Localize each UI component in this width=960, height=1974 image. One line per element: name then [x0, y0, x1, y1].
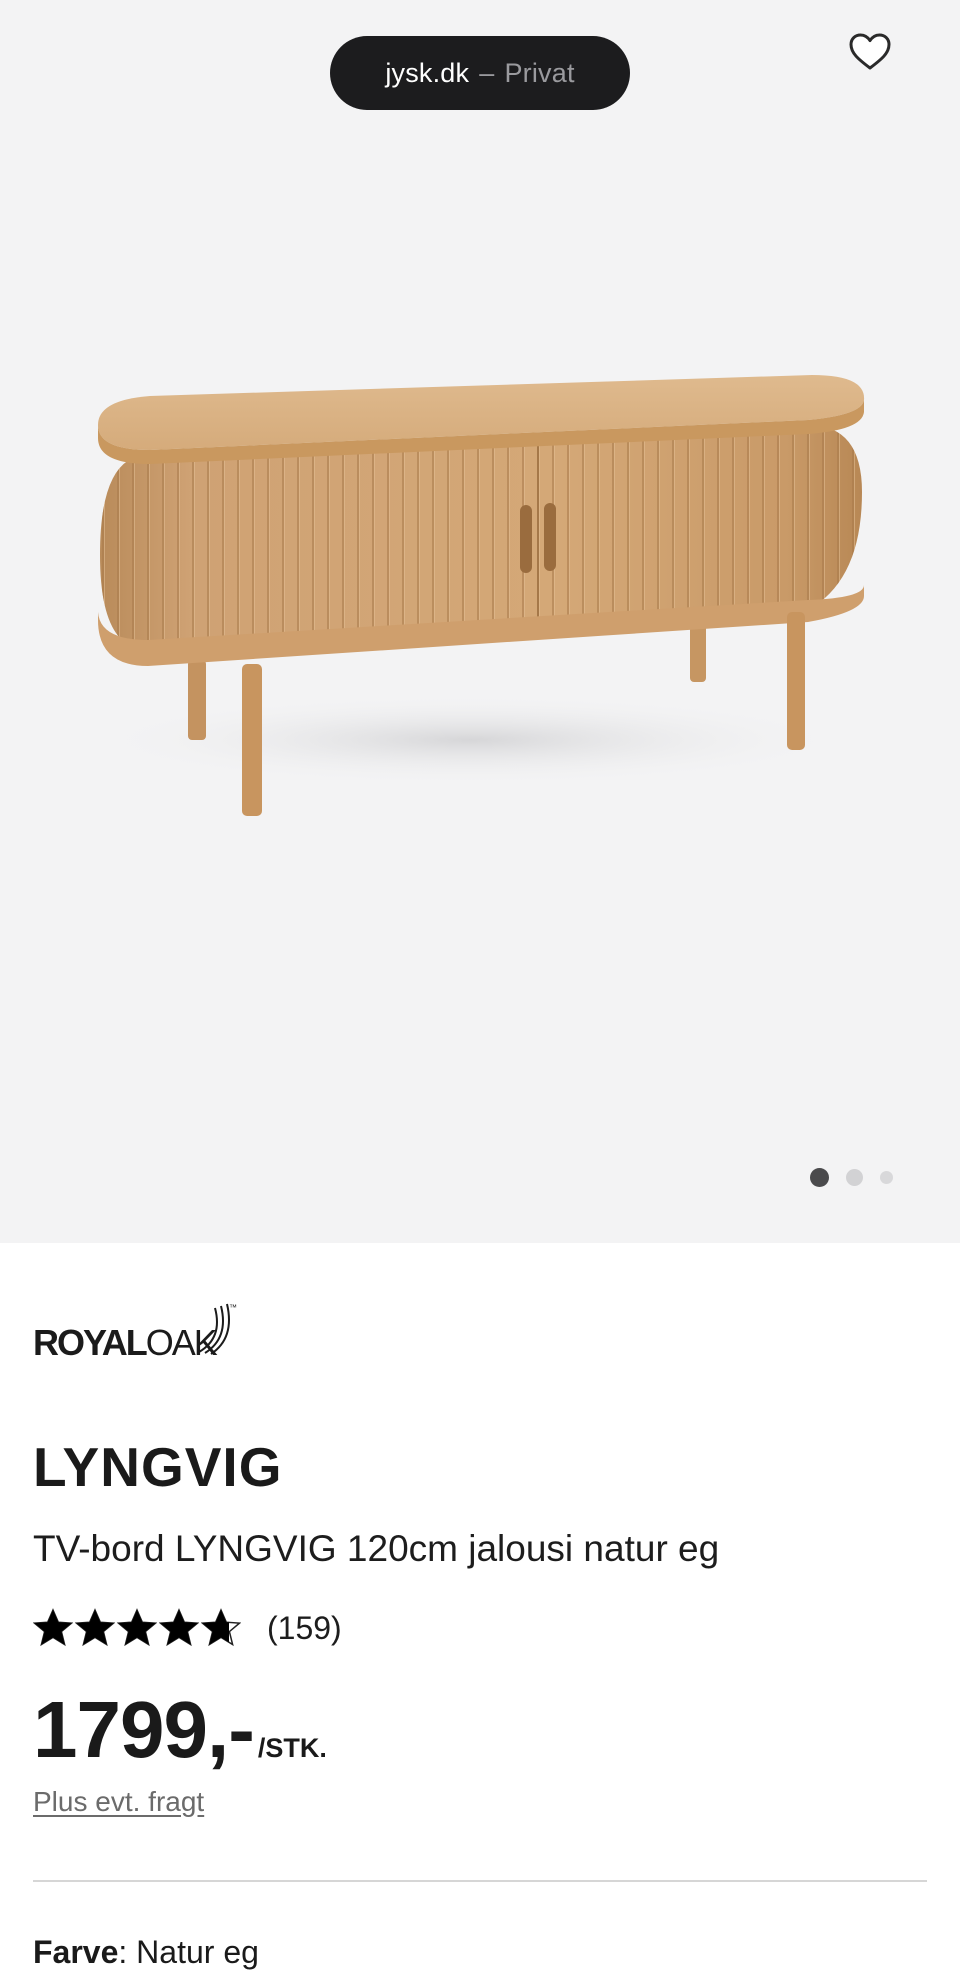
star-icon — [201, 1608, 241, 1647]
star-icon — [159, 1608, 199, 1647]
color-value: Natur eg — [136, 1934, 259, 1970]
pagination-dot-active[interactable] — [810, 1167, 829, 1187]
browsing-mode: Privat — [504, 57, 575, 88]
color-separator: : — [118, 1934, 128, 1970]
shipping-link[interactable]: Plus evt. fragt — [33, 1786, 204, 1818]
divider — [33, 1880, 927, 1882]
star-icon — [33, 1608, 73, 1647]
pagination-dot[interactable] — [846, 1168, 863, 1186]
brand-logo-mark: ™ — [198, 1303, 237, 1355]
product-rating[interactable]: (159) — [33, 1606, 342, 1650]
favorite-button[interactable] — [844, 26, 896, 78]
price: 1799,- — [33, 1685, 255, 1774]
pagination-dot[interactable] — [880, 1170, 893, 1184]
svg-text:™: ™ — [229, 1303, 237, 1312]
product-image — [90, 375, 865, 816]
product-name: LYNGVIG — [33, 1436, 283, 1498]
url-separator: – — [479, 57, 495, 88]
url-domain: jysk.dk — [385, 57, 470, 88]
star-icon — [117, 1608, 157, 1647]
color-label: Farve — [33, 1934, 119, 1970]
gallery-pagination — [810, 1166, 910, 1188]
brand-logo[interactable]: ROYALOAK ™ — [33, 1298, 243, 1363]
url-bar[interactable]: jysk.dk – Privat — [330, 36, 630, 110]
star-icon — [75, 1608, 115, 1647]
rating-stars — [33, 1608, 243, 1648]
color-selector[interactable]: Farve: Natur eg — [33, 1936, 259, 1968]
product-gallery[interactable]: jysk.dk – Privat — [0, 0, 960, 1243]
review-count[interactable]: (159) — [267, 1610, 342, 1647]
price-row: 1799,- /STK. — [33, 1690, 327, 1770]
product-description: TV-bord LYNGVIG 120cm jalousi natur eg — [33, 1528, 720, 1569]
brand-logo-text: ROYALOAK — [33, 1322, 218, 1363]
price-unit: /STK. — [257, 1733, 327, 1763]
heart-icon — [849, 33, 891, 70]
